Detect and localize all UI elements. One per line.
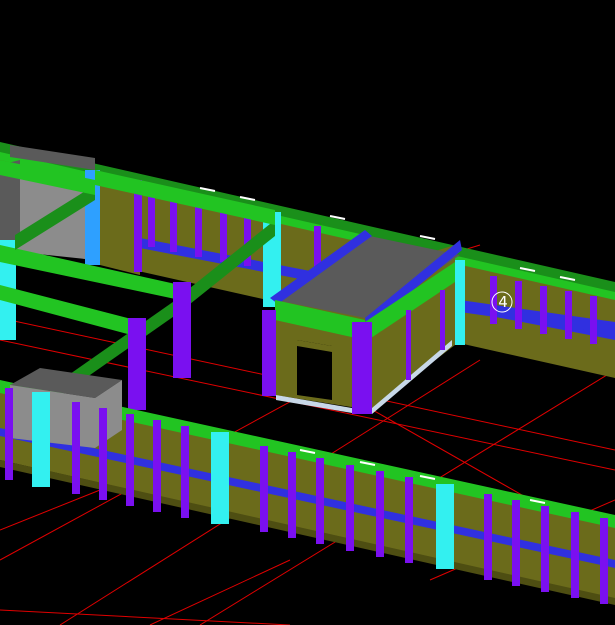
3d-model-viewport[interactable]: 4 — [0, 0, 615, 625]
grid-line — [0, 609, 291, 625]
axis-marker-label: 4 — [498, 293, 508, 311]
grid-line — [149, 559, 291, 625]
mid-pillars — [128, 282, 191, 410]
model-canvas[interactable] — [0, 0, 615, 625]
